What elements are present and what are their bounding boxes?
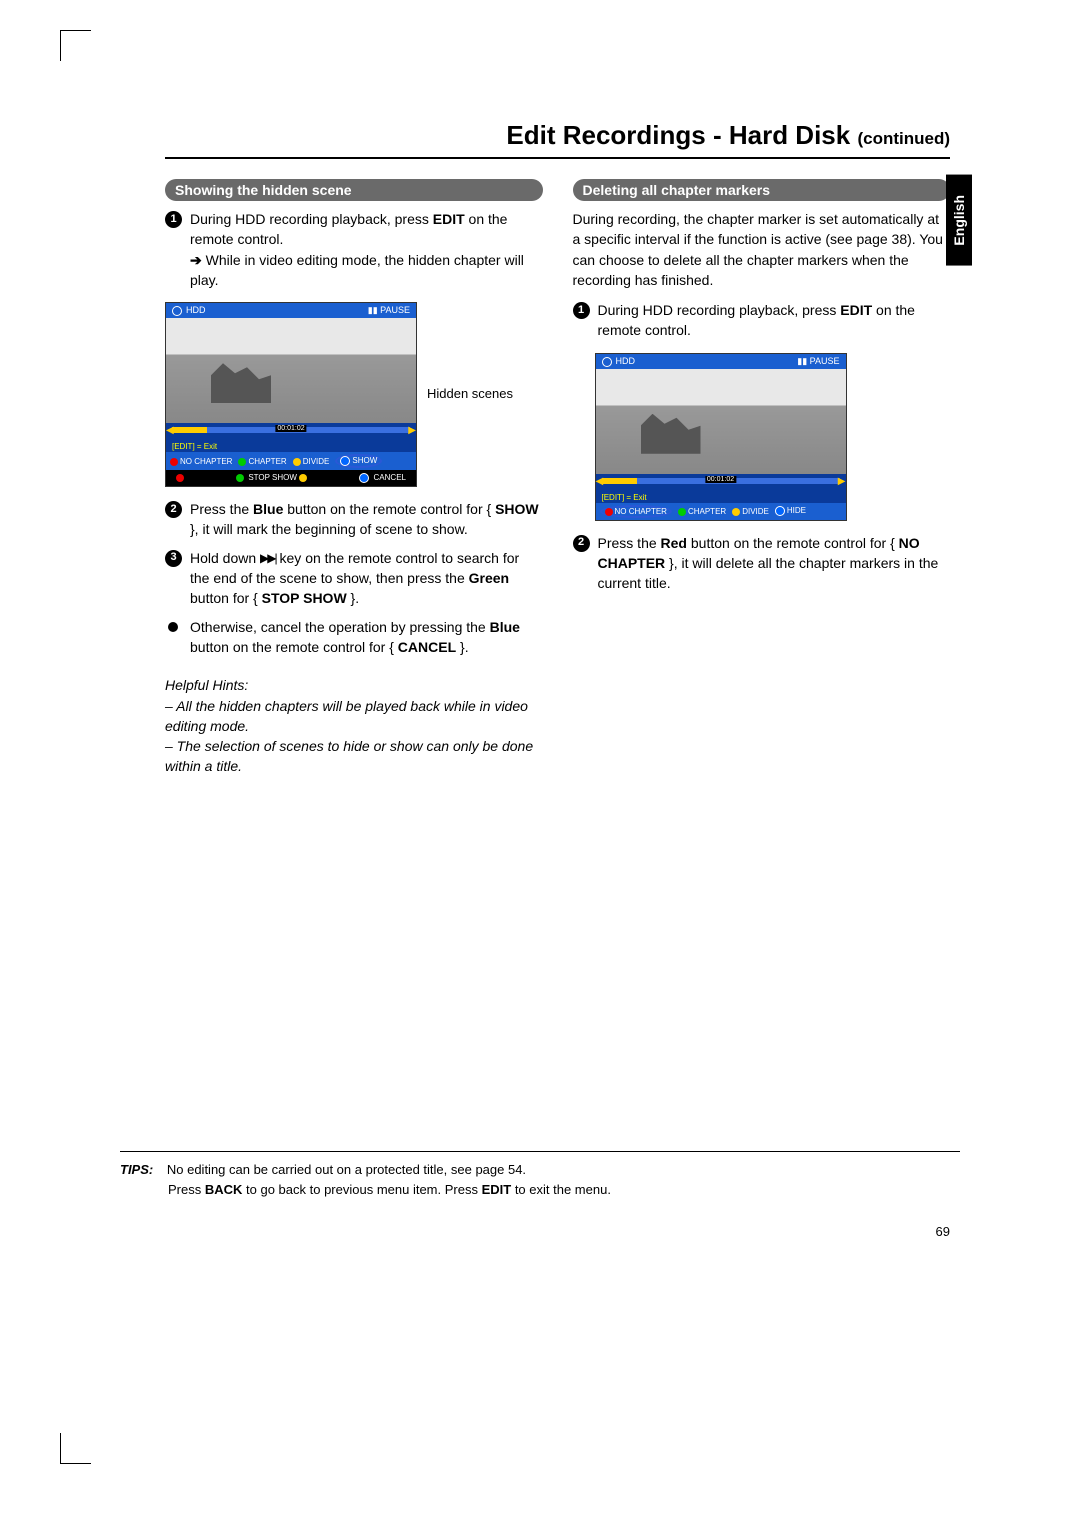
step-badge-1r: 1 bbox=[573, 302, 590, 319]
title-continued: (continued) bbox=[857, 129, 950, 148]
step-badge-2: 2 bbox=[165, 501, 182, 518]
screenshot-image bbox=[166, 318, 416, 423]
section-header-deleting: Deleting all chapter markers bbox=[573, 179, 951, 201]
page-number: 69 bbox=[936, 1224, 950, 1239]
page-title: Edit Recordings - Hard Disk (continued) bbox=[165, 120, 950, 159]
step-1-left: 1 During HDD recording playback, press E… bbox=[165, 209, 543, 290]
step-badge-1: 1 bbox=[165, 211, 182, 228]
language-tab: English bbox=[946, 175, 972, 266]
step-badge-2r: 2 bbox=[573, 535, 590, 552]
fast-forward-icon: ▶▶| bbox=[260, 550, 276, 567]
arrow-icon: ➔ bbox=[190, 252, 202, 268]
tips-footer: TIPS: No editing can be carried out on a… bbox=[120, 1151, 960, 1199]
figure-hidden-scenes: HDD ▮▮ PAUSE ◀ 00:01:02 ▶ [EDIT] = Exit … bbox=[165, 302, 543, 487]
left-column: Showing the hidden scene 1 During HDD re… bbox=[165, 179, 543, 777]
helpful-hints: Helpful Hints: – All the hidden chapters… bbox=[165, 675, 543, 776]
bullet-cancel: Otherwise, cancel the operation by press… bbox=[165, 617, 543, 658]
section-header-showing: Showing the hidden scene bbox=[165, 179, 543, 201]
step-1-right: 1 During HDD recording playback, press E… bbox=[573, 300, 951, 341]
title-main: Edit Recordings - Hard Disk bbox=[506, 120, 850, 150]
step-2-right: 2 Press the Red button on the remote con… bbox=[573, 533, 951, 594]
step-badge-3: 3 bbox=[165, 550, 182, 567]
bullet-icon bbox=[168, 622, 178, 632]
tips-label: TIPS: bbox=[120, 1162, 153, 1177]
figure-caption: Hidden scenes bbox=[427, 386, 513, 403]
intro-paragraph: During recording, the chapter marker is … bbox=[573, 209, 951, 290]
figure-no-chapter: HDD ▮▮ PAUSE ◀ 00:01:02 ▶ [EDIT] = Exit … bbox=[595, 353, 951, 521]
crop-mark-bl bbox=[60, 1433, 91, 1464]
step-3-left: 3 Hold down ▶▶| key on the remote contro… bbox=[165, 548, 543, 609]
right-column: Deleting all chapter markers During reco… bbox=[573, 179, 951, 777]
screenshot-image bbox=[596, 369, 846, 474]
step-2-left: 2 Press the Blue button on the remote co… bbox=[165, 499, 543, 540]
